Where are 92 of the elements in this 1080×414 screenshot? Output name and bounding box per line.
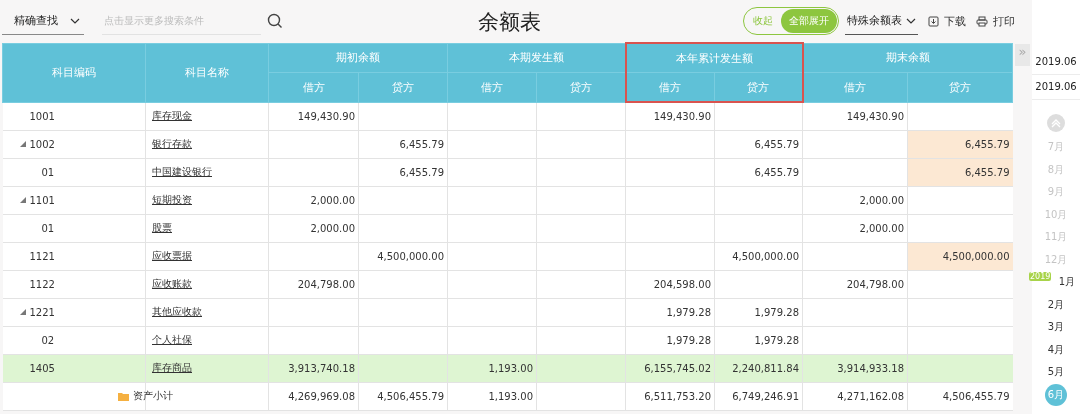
table-cell: 4,506,455.79 bbox=[907, 382, 1013, 410]
print-button[interactable]: 打印 bbox=[976, 13, 1015, 29]
column-header: 贷方 bbox=[714, 72, 803, 102]
month-item[interactable]: 3月 bbox=[1044, 317, 1068, 338]
account-link[interactable]: 短期投资 bbox=[152, 194, 192, 205]
column-group-header: 本期发生额 bbox=[447, 43, 626, 73]
table-cell: 2,000.00 bbox=[268, 214, 359, 242]
table-cell: 2,000.00 bbox=[802, 186, 908, 214]
account-link[interactable]: 应收票据 bbox=[152, 250, 192, 261]
column-header: 借方 bbox=[447, 72, 537, 102]
column-header: 科目名称 bbox=[145, 43, 269, 102]
table-cell: 1405 bbox=[2, 354, 146, 382]
column-header: 借方 bbox=[268, 72, 359, 102]
table-cell: 6,455.79 bbox=[358, 158, 448, 186]
table-cell: 3,914,933.18 bbox=[802, 354, 908, 382]
table-cell: 1,979.28 bbox=[714, 326, 803, 354]
table-cell: 204,598.00 bbox=[625, 270, 715, 298]
table-cell: 204,798.00 bbox=[802, 270, 908, 298]
table-cell: 4,500,000.00 bbox=[714, 242, 803, 270]
table-cell: 02 bbox=[2, 326, 146, 354]
period-field[interactable]: 2019.06 bbox=[1032, 75, 1080, 100]
account-link[interactable]: 库存商品 bbox=[152, 362, 192, 373]
table-cell: 6,749,246.91 bbox=[714, 382, 803, 410]
table-cell: 149,430.90 bbox=[268, 102, 359, 130]
chevron-down-icon bbox=[906, 17, 916, 24]
table-cell: 2,000.00 bbox=[268, 186, 359, 214]
month-item[interactable]: 5月 bbox=[1044, 362, 1068, 383]
table-cell: 6,455.79 bbox=[358, 130, 448, 158]
month-item[interactable]: 2月 bbox=[1044, 294, 1068, 315]
column-header: 借方 bbox=[625, 72, 715, 102]
table-cell: 6,455.79 bbox=[714, 130, 803, 158]
table-cell: 1002 bbox=[2, 130, 146, 158]
table-cell: 6,455.79 bbox=[907, 158, 1013, 186]
table-cell: 1101 bbox=[2, 186, 146, 214]
column-header: 借方 bbox=[802, 72, 908, 102]
table-cell: 4,500,000.00 bbox=[358, 242, 448, 270]
year-tag: 2019 bbox=[1029, 272, 1052, 281]
table-cell: 1,193.00 bbox=[447, 354, 537, 382]
account-link[interactable]: 其他应收款 bbox=[152, 306, 202, 317]
column-header: 贷方 bbox=[907, 72, 1013, 102]
column-group-header: 期末余额 bbox=[802, 43, 1013, 73]
chevron-down-icon bbox=[70, 17, 80, 24]
table-cell: 1001 bbox=[2, 102, 146, 130]
table-cell: 1221 bbox=[2, 298, 146, 326]
account-link[interactable]: 中国建设银行 bbox=[152, 166, 212, 177]
table-cell: 01 bbox=[2, 214, 146, 242]
table-cell: 6,455.79 bbox=[714, 158, 803, 186]
period-field[interactable]: 2019.06 bbox=[1032, 50, 1080, 75]
account-link[interactable]: 银行存款 bbox=[152, 138, 192, 149]
month-item[interactable]: 4月 bbox=[1044, 339, 1068, 360]
table-cell: 1,979.28 bbox=[625, 298, 715, 326]
column-group-header: 本年累计发生额 bbox=[625, 43, 803, 73]
table-cell: 4,500,000.00 bbox=[907, 242, 1013, 270]
table-cell: 149,430.90 bbox=[625, 102, 715, 130]
table-cell: 3,913,740.18 bbox=[268, 354, 359, 382]
report-type-dropdown[interactable]: 特殊余额表 bbox=[845, 7, 918, 35]
search-icon[interactable] bbox=[267, 13, 283, 29]
table-cell: 1121 bbox=[2, 242, 146, 270]
table-cell: 1,193.00 bbox=[447, 382, 537, 410]
column-header: 贷方 bbox=[536, 72, 626, 102]
column-group-header: 期初余额 bbox=[268, 43, 448, 73]
page-title: 余额表 bbox=[478, 9, 541, 36]
table-cell: 1,979.28 bbox=[714, 298, 803, 326]
folder-icon bbox=[118, 391, 129, 401]
month-item[interactable]: 1月 bbox=[1057, 272, 1077, 293]
subtotal-label: 资产小计 bbox=[133, 389, 173, 403]
table-cell: 6,155,745.02 bbox=[625, 354, 715, 382]
account-link[interactable]: 应收账款 bbox=[152, 278, 192, 289]
table-cell: 2,240,811.84 bbox=[714, 354, 803, 382]
search-mode-dropdown[interactable]: 精确查找 bbox=[2, 7, 84, 35]
table-cell: 149,430.90 bbox=[802, 102, 908, 130]
expanded-triangle-icon[interactable] bbox=[19, 309, 26, 315]
account-link[interactable]: 库存现金 bbox=[152, 110, 192, 121]
table-cell: 204,798.00 bbox=[268, 270, 359, 298]
table-cell: 6,511,753.20 bbox=[625, 382, 715, 410]
table-cell: 1,979.28 bbox=[625, 326, 715, 354]
column-header: 贷方 bbox=[358, 72, 448, 102]
account-link[interactable]: 股票 bbox=[152, 222, 172, 233]
expanded-triangle-icon[interactable] bbox=[19, 141, 26, 147]
download-icon bbox=[928, 15, 939, 27]
account-link[interactable]: 个人社保 bbox=[152, 334, 192, 345]
printer-icon bbox=[976, 15, 988, 27]
expanded-triangle-icon[interactable] bbox=[19, 197, 26, 203]
download-button[interactable]: 下载 bbox=[928, 13, 966, 29]
table-cell: 6,455.79 bbox=[907, 130, 1013, 158]
table-cell: 1122 bbox=[2, 270, 146, 298]
table-cell: 2,000.00 bbox=[802, 214, 908, 242]
table-cell: 4,506,455.79 bbox=[358, 382, 448, 410]
column-header: 科目编码 bbox=[2, 43, 146, 102]
table-cell: 4,269,969.08 bbox=[268, 382, 359, 410]
table-cell: 4,271,162.08 bbox=[802, 382, 908, 410]
table-cell: 01 bbox=[2, 158, 146, 186]
